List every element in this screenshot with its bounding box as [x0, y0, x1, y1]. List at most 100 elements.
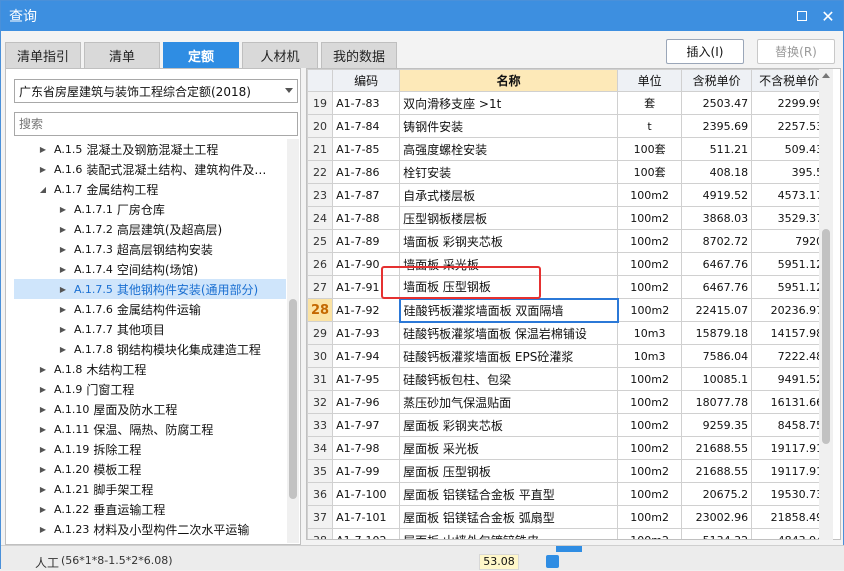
cell-price-tax[interactable]: 6467.76: [681, 275, 753, 299]
library-select[interactable]: 广东省房屋建筑与装饰工程综合定额(2018): [14, 79, 298, 103]
cell-price-notax[interactable]: 14157.98: [751, 321, 828, 345]
table-row[interactable]: 31 A1-7-95 硅酸钙板包柱、包梁 100m2 10085.1 9491.52: [307, 367, 828, 391]
cell-unit[interactable]: 10m3: [617, 321, 683, 345]
table-row[interactable]: 23 A1-7-87 自承式楼层板 100m2 4919.52 4573.17: [307, 183, 828, 207]
row-index[interactable]: 29: [307, 321, 334, 345]
triangle-right-icon[interactable]: ▶: [38, 405, 48, 414]
cell-price-tax[interactable]: 18077.78: [681, 390, 753, 414]
cell-unit[interactable]: 100m2: [617, 206, 683, 230]
cell-price-tax[interactable]: 21688.55: [681, 436, 753, 460]
replace-button[interactable]: 替换(R): [757, 39, 835, 64]
tree-scrollbar[interactable]: [287, 139, 299, 543]
cell-code[interactable]: A1-7-88: [332, 206, 401, 230]
cell-price-tax[interactable]: 9259.35: [681, 413, 753, 437]
cell-price-notax[interactable]: 9491.52: [751, 367, 828, 391]
cell-code[interactable]: A1-7-95: [332, 367, 401, 391]
cell-code[interactable]: A1-7-94: [332, 344, 401, 368]
col-header-price-tax[interactable]: 含税单价: [681, 69, 753, 92]
cell-code[interactable]: A1-7-97: [332, 413, 401, 437]
triangle-right-icon[interactable]: ▶: [38, 485, 48, 494]
cell-price-notax[interactable]: 395.5: [751, 160, 828, 184]
cell-unit[interactable]: t: [617, 114, 683, 138]
triangle-right-icon[interactable]: ▶: [58, 325, 68, 334]
row-index[interactable]: 21: [307, 137, 334, 161]
tree-item[interactable]: ▶ A.1.22 垂直运输工程: [14, 499, 286, 519]
tree-item[interactable]: ▶ A.1.19 拆除工程: [14, 439, 286, 459]
cell-price-notax[interactable]: 4843.94: [751, 528, 828, 539]
cell-unit[interactable]: 100m2: [617, 367, 683, 391]
cell-price-tax[interactable]: 5134.32: [681, 528, 753, 539]
table-row[interactable]: 30 A1-7-94 硅酸钙板灌浆墙面板 EPS砼灌浆 10m3 7586.04 7222…: [307, 344, 828, 368]
cell-price-tax[interactable]: 8702.72: [681, 229, 753, 253]
cell-price-tax[interactable]: 2503.47: [681, 91, 753, 115]
cell-unit[interactable]: 100m2: [617, 413, 683, 437]
tree-item[interactable]: ▶ A.1.23 材料及小型构件二次水平运输: [14, 519, 286, 539]
cell-unit[interactable]: 100m2: [617, 505, 683, 529]
triangle-right-icon[interactable]: ▶: [58, 305, 68, 314]
table-row[interactable]: 37 A1-7-101 屋面板 铝镁锰合金板 弧扇型 100m2 23002.96 218…: [307, 505, 828, 529]
cell-price-tax[interactable]: 7586.04: [681, 344, 753, 368]
tab-list-guide[interactable]: 清单指引: [5, 42, 81, 68]
row-index[interactable]: 22: [307, 160, 334, 184]
cell-unit[interactable]: 套: [617, 91, 683, 115]
grid-scroll-thumb[interactable]: [822, 229, 830, 444]
row-index[interactable]: 24: [307, 206, 334, 230]
triangle-right-icon[interactable]: ▶: [38, 365, 48, 374]
cell-price-tax[interactable]: 3868.03: [681, 206, 753, 230]
cell-unit[interactable]: 10m3: [617, 344, 683, 368]
tree-item[interactable]: ▶A.1.24成品保护工程: [14, 539, 286, 544]
table-row[interactable]: 20 A1-7-84 铸钢件安装 t 2395.69 2257.53: [307, 114, 828, 138]
cell-name[interactable]: 双向滑移支座 >1t: [399, 91, 619, 115]
bottom-value[interactable]: 53.08: [479, 554, 519, 570]
cell-price-tax[interactable]: 22415.07: [681, 298, 753, 322]
row-index[interactable]: 19: [307, 91, 334, 115]
cell-code[interactable]: A1-7-89: [332, 229, 401, 253]
cell-price-tax[interactable]: 2395.69: [681, 114, 753, 138]
table-row[interactable]: 38A1-7-102屋面板 山墙外包镀锌铁皮100m25134.324843.9…: [307, 528, 828, 539]
cell-price-notax[interactable]: 4573.17: [751, 183, 828, 207]
cell-unit[interactable]: 100m2: [617, 275, 683, 299]
triangle-down-icon[interactable]: ◢: [38, 185, 48, 194]
cell-code[interactable]: A1-7-83: [332, 91, 401, 115]
row-index[interactable]: 23: [307, 183, 334, 207]
col-header-code[interactable]: 编码: [332, 69, 401, 92]
cell-price-notax[interactable]: 5951.12: [751, 275, 828, 299]
close-button[interactable]: ✕: [819, 7, 837, 26]
triangle-right-icon[interactable]: ▶: [58, 285, 68, 294]
cell-code[interactable]: A1-7-85: [332, 137, 401, 161]
bottom-checkbox[interactable]: [546, 555, 559, 568]
cell-unit[interactable]: 100m2: [617, 528, 683, 539]
triangle-right-icon[interactable]: ▶: [38, 445, 48, 454]
tree-item[interactable]: ▶ A.1.7.8 钢结构模块化集成建造工程: [14, 339, 286, 359]
cell-name[interactable]: 屋面板 采光板: [399, 436, 619, 460]
triangle-right-icon[interactable]: ▶: [38, 425, 48, 434]
tree-item[interactable]: ◢ A.1.7 金属结构工程: [14, 179, 286, 199]
cell-price-notax[interactable]: 2257.53: [751, 114, 828, 138]
row-index[interactable]: 35: [307, 459, 334, 483]
row-index[interactable]: 30: [307, 344, 334, 368]
tree-scroll-thumb[interactable]: [289, 299, 297, 499]
cell-code[interactable]: A1-7-87: [332, 183, 401, 207]
row-index[interactable]: 32: [307, 390, 334, 414]
row-index[interactable]: 25: [307, 229, 334, 253]
cell-price-tax[interactable]: 408.18: [681, 160, 753, 184]
tree-item[interactable]: ▶ A.1.5 混凝土及钢筋混凝土工程: [14, 139, 286, 159]
row-index[interactable]: 33: [307, 413, 334, 437]
cell-code[interactable]: A1-7-96: [332, 390, 401, 414]
triangle-right-icon[interactable]: ▶: [58, 345, 68, 354]
cell-unit[interactable]: 100m2: [617, 482, 683, 506]
cell-name[interactable]: 屋面板 铝镁锰合金板 弧扇型: [399, 505, 619, 529]
grid-scrollbar[interactable]: [819, 69, 833, 540]
cell-price-notax[interactable]: 19530.73: [751, 482, 828, 506]
table-row[interactable]: 25 A1-7-89 墙面板 彩钢夹芯板 100m2 8702.72 7920: [307, 229, 828, 253]
triangle-right-icon[interactable]: ▶: [38, 525, 48, 534]
tree-item[interactable]: ▶ A.1.7.7 其他项目: [14, 319, 286, 339]
row-index[interactable]: 38: [307, 528, 334, 539]
cell-name[interactable]: 高强度螺栓安装: [399, 137, 619, 161]
cell-code[interactable]: A1-7-86: [332, 160, 401, 184]
cell-name[interactable]: 压型钢板楼层板: [399, 206, 619, 230]
cell-price-tax[interactable]: 6467.76: [681, 252, 753, 276]
table-row[interactable]: 29 A1-7-93 硅酸钙板灌浆墙面板 保温岩棉铺设 10m3 15879.18 141…: [307, 321, 828, 345]
triangle-right-icon[interactable]: ▶: [38, 505, 48, 514]
cell-unit[interactable]: 100m2: [617, 459, 683, 483]
